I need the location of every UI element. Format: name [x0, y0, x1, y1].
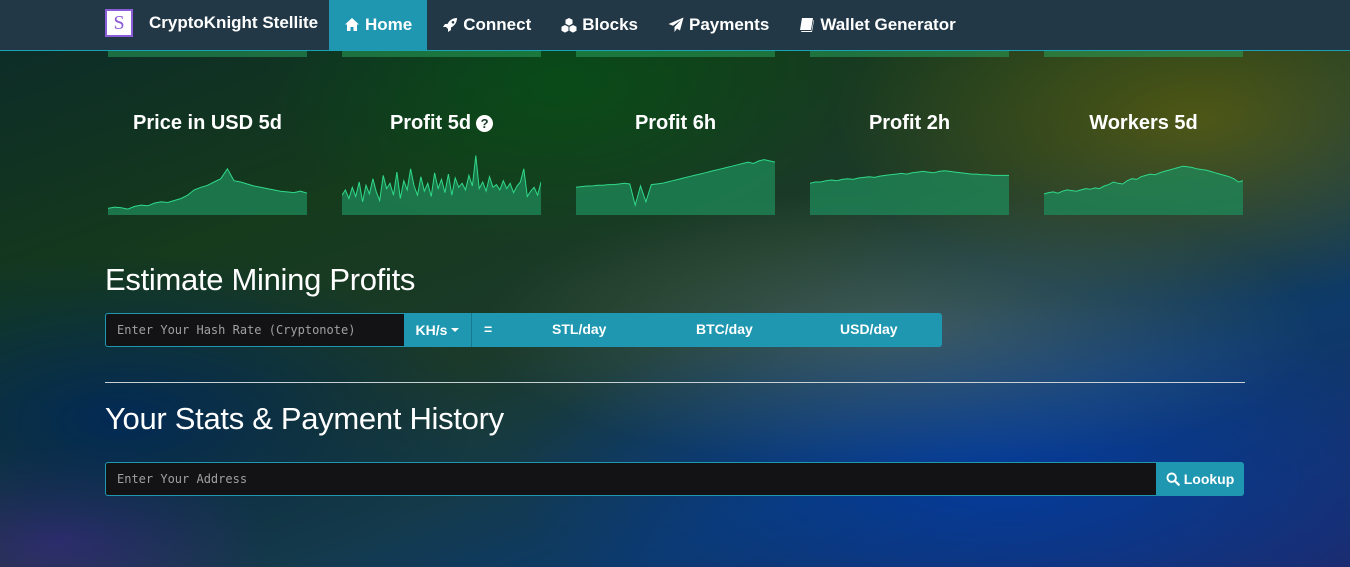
chart-title: Profit 2h: [868, 111, 951, 134]
chart-title: Profit 6h: [634, 111, 717, 134]
chart-price-usd-5d: Price in USD 5d: [108, 108, 307, 215]
lookup-button-label: Lookup: [1183, 471, 1235, 487]
hash-unit-dropdown[interactable]: KH/s: [404, 313, 472, 347]
chart-title: Workers 5d: [1089, 111, 1198, 134]
lookup-button[interactable]: Lookup: [1156, 462, 1244, 496]
stats-title: Your Stats & Payment History: [105, 401, 504, 436]
cubes-icon: [561, 17, 577, 33]
paper-plane-icon: [668, 17, 684, 33]
nav-wallet-generator[interactable]: Wallet Generator: [784, 0, 970, 50]
stellite-logo-icon[interactable]: S: [105, 9, 133, 37]
nav-wallet-generator-label: Wallet Generator: [820, 15, 956, 34]
profit-estimator: KH/s = STL/day BTC/day USD/day: [105, 313, 942, 347]
estimate-title: Estimate Mining Profits: [105, 262, 416, 297]
sparkline-chart: [1044, 165, 1243, 215]
nav-home-label: Home: [365, 15, 413, 34]
top-navbar: S CryptoKnight Stellite Home Connect Blo…: [0, 0, 1350, 51]
stat-strip-4: [810, 51, 1009, 57]
sparkline-chart: [108, 167, 307, 215]
address-input[interactable]: [105, 462, 1156, 496]
stat-strip-2: [342, 51, 541, 57]
nav-payments-label: Payments: [688, 15, 770, 34]
stat-strip-3: [576, 51, 775, 57]
profit-results: = STL/day BTC/day USD/day: [472, 313, 942, 347]
sparkline-area: [108, 168, 307, 215]
chart-title: Profit 5d ?: [342, 108, 541, 138]
sparkline-chart: [342, 155, 541, 215]
sparkline-chart: [810, 170, 1009, 215]
nav-connect[interactable]: Connect: [427, 0, 546, 50]
home-icon: [344, 17, 360, 33]
rocket-icon: [442, 17, 458, 33]
search-icon: [1166, 472, 1180, 486]
address-lookup: Lookup: [105, 462, 1244, 496]
sparkline-area: [576, 159, 775, 215]
section-divider: [105, 382, 1245, 383]
caret-down-icon: [451, 328, 460, 332]
stat-strip-1: [108, 51, 307, 57]
brand[interactable]: S CryptoKnight Stellite: [105, 9, 318, 37]
nav-connect-label: Connect: [463, 15, 532, 34]
hash-rate-input[interactable]: [105, 313, 404, 347]
equals-sign: =: [484, 321, 493, 337]
hash-unit-label: KH/s: [415, 322, 448, 338]
chart-profit-5d: Profit 5d ?: [342, 108, 541, 215]
sparkline-chart: [576, 159, 775, 215]
stat-strip-5: [1044, 51, 1243, 57]
stl-per-day: STL/day: [552, 321, 607, 337]
nav-home[interactable]: Home: [329, 0, 428, 50]
btc-per-day: BTC/day: [696, 321, 753, 337]
question-circle-icon[interactable]: ?: [476, 114, 494, 132]
book-icon: [799, 17, 815, 33]
usd-per-day: USD/day: [840, 321, 898, 337]
main-nav: Home Connect Blocks Payments Wallet Gene…: [329, 0, 971, 50]
nav-blocks[interactable]: Blocks: [546, 0, 653, 50]
chart-profit-6h: Profit 6h: [576, 108, 775, 215]
chart-profit-2h: Profit 2h: [810, 108, 1009, 215]
sparkline-area: [810, 170, 1009, 215]
chart-title: Price in USD 5d: [133, 111, 282, 134]
nav-blocks-label: Blocks: [582, 15, 638, 34]
chart-workers-5d: Workers 5d: [1044, 108, 1243, 215]
brand-name[interactable]: CryptoKnight Stellite: [149, 13, 318, 33]
nav-payments[interactable]: Payments: [653, 0, 784, 50]
stats-row-edge: [0, 51, 1350, 57]
